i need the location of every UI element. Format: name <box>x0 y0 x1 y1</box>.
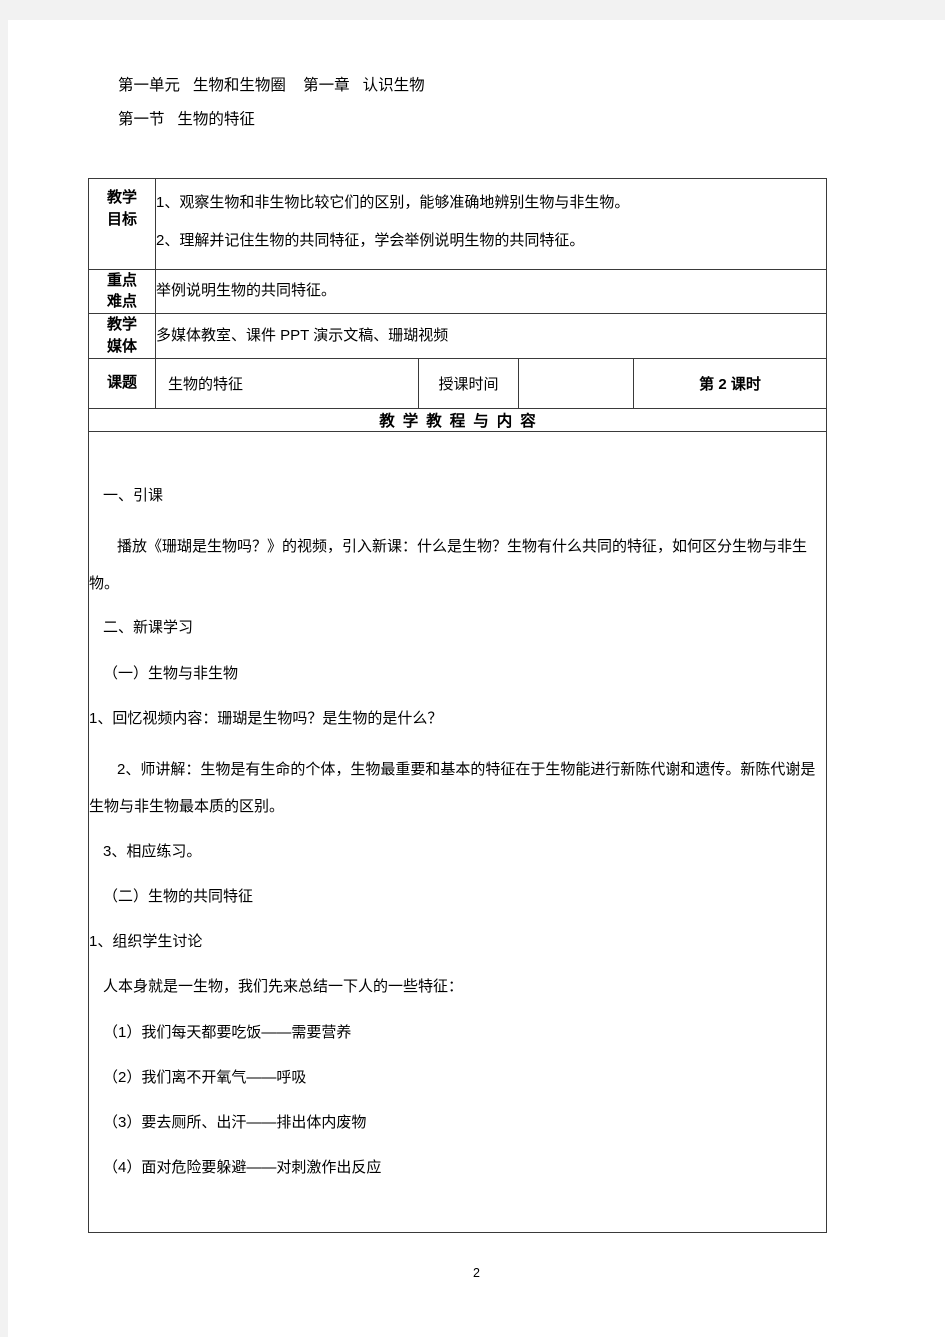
label-teaching-goal: 教学 目标 <box>88 178 156 270</box>
lesson-plan-table: 教学 目标 1、观察生物和非生物比较它们的区别，能够准确地辨别生物与非生物。 2… <box>87 178 828 1233</box>
content-line-1: 一、引课 <box>103 486 164 504</box>
teaching-goal-item-1: 1、观察生物和非生物比较它们的区别，能够准确地辨别生物与非生物。 <box>156 194 630 211</box>
content-line-9: 1、组织学生讨论 <box>89 933 203 950</box>
content-line-14: （4）面对危险要躲避——对刺激作出反应 <box>103 1159 382 1177</box>
document-page: 第一单元 生物和生物圈 第一章 认识生物 第一节 生物的特征 教学 目标 1、观… <box>8 20 945 1337</box>
teaching-goal-item-2: 2、理解并记住生物的共同特征，学会举例说明生物的共同特征。 <box>156 231 585 249</box>
value-teaching-media: 多媒体教室、课件 PPT 演示文稿、珊瑚视频 <box>154 313 828 359</box>
label-topic: 课题 <box>88 357 156 409</box>
content-line-2: 播放《珊瑚是生物吗？》的视频，引入新课：什么是生物？生物有什么共同的特征，如何区… <box>89 537 808 592</box>
label-key-difficult-line2: 难点 <box>106 293 137 311</box>
value-teaching-goal: 1、观察生物和非生物比较它们的区别，能够准确地辨别生物与非生物。 2、理解并记住… <box>154 178 828 270</box>
unit-chapter-heading: 第一单元 生物和生物圈 第一章 认识生物 <box>118 77 425 94</box>
teaching-content-body: 一、引课 播放《珊瑚是生物吗？》的视频，引入新课：什么是生物？生物有什么共同的特… <box>87 430 828 1233</box>
table-row-teaching-goal: 教学 目标 1、观察生物和非生物比较它们的区别，能够准确地辨别生物与非生物。 2… <box>88 178 828 270</box>
value-key-difficult: 举例说明生物的共同特征。 <box>154 268 828 314</box>
content-line-8: （二）生物的共同特征 <box>103 887 254 905</box>
label-teaching-media-line2: 媒体 <box>106 337 137 355</box>
label-teaching-goal-line2: 目标 <box>106 210 137 228</box>
section-header-teaching-process: 教学教程与内容 <box>87 407 828 432</box>
label-key-difficult: 重点 难点 <box>88 268 156 314</box>
content-line-4: （一）生物与非生物 <box>103 664 239 682</box>
label-teaching-goal-line1: 教学 <box>106 189 137 206</box>
content-line-3: 二、新课学习 <box>103 619 194 637</box>
label-class-time: 授课时间 <box>418 357 519 409</box>
label-key-difficult-line1: 重点 <box>106 271 137 289</box>
table-row-key-difficult: 重点 难点 举例说明生物的共同特征。 <box>88 268 828 314</box>
content-line-11: （1）我们每天都要吃饭——需要营养 <box>103 1023 352 1041</box>
label-teaching-media-line1: 教学 <box>106 316 137 333</box>
content-line-13: （3）要去厕所、出汗——排出体内废物 <box>103 1114 367 1131</box>
label-teaching-media: 教学 媒体 <box>88 313 156 359</box>
page-number: 2 <box>473 1266 480 1280</box>
value-class-time <box>518 357 634 409</box>
content-line-12: （2）我们离不开氧气——呼吸 <box>103 1068 307 1086</box>
table-row-teaching-media: 教学 媒体 多媒体教室、课件 PPT 演示文稿、珊瑚视频 <box>88 313 828 359</box>
content-line-6: 2、师讲解：生物是有生命的个体，生物最重要和基本的特征在于生物能进行新陈代谢和遗… <box>89 761 816 815</box>
content-line-10: 人本身就是一生物，我们先来总结一下人的一些特征： <box>103 978 464 996</box>
value-period: 第 2 课时 <box>632 357 828 409</box>
table-row-content: 一、引课 播放《珊瑚是生物吗？》的视频，引入新课：什么是生物？生物有什么共同的特… <box>87 430 828 1233</box>
table-row-section-header: 教学教程与内容 <box>87 407 828 432</box>
section-heading: 第一节 生物的特征 <box>118 110 255 128</box>
table-row-topic: 课题 生物的特征 授课时间 第 2 课时 <box>88 357 828 409</box>
content-line-5: 1、回忆视频内容：珊瑚是生物吗？是生物的是什么？ <box>89 709 443 727</box>
value-topic: 生物的特征 <box>155 357 419 409</box>
content-line-7: 3、相应练习。 <box>103 842 202 860</box>
document-header: 第一单元 生物和生物圈 第一章 认识生物 第一节 生物的特征 <box>118 78 878 127</box>
